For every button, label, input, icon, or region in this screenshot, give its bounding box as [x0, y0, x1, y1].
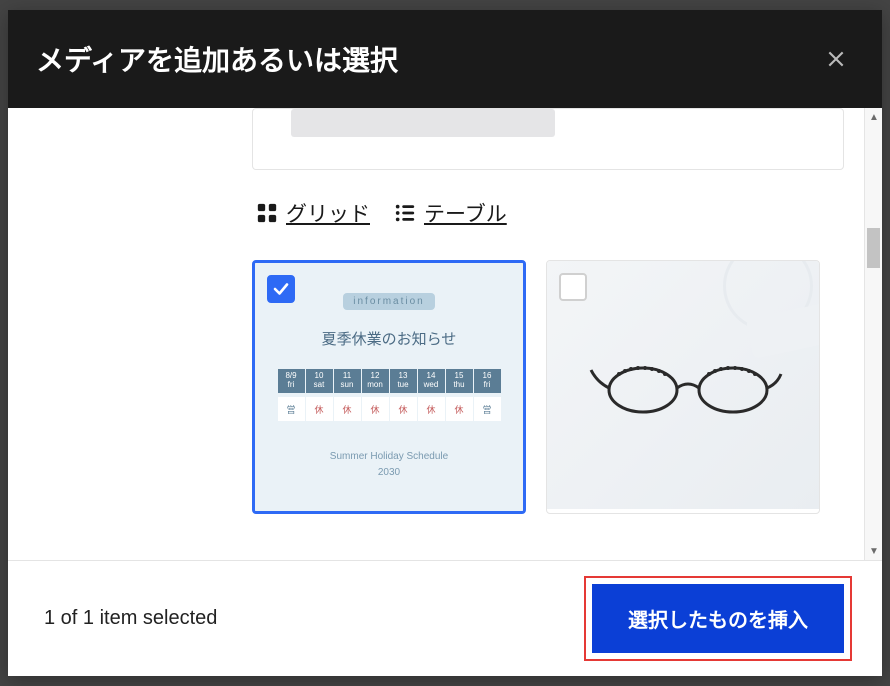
modal-footer: 1 of 1 item selected 選択したものを挿入	[8, 560, 882, 676]
select-checkbox[interactable]	[559, 273, 587, 301]
scroll-up-button[interactable]: ▲	[865, 108, 882, 126]
content: グリッド テーブル	[8, 108, 864, 514]
product-preview	[547, 261, 819, 509]
scrollbar[interactable]: ▲ ▼	[864, 108, 882, 560]
poster-calendar-head: 8/9fri 10sat 11sun 12mon 13tue 14wed 15t…	[278, 369, 501, 393]
view-grid-button[interactable]: グリッド	[256, 198, 370, 228]
close-button[interactable]	[818, 41, 854, 77]
poster-calendar-body: 営 休 休 休 休 休 休 営	[278, 397, 501, 421]
modal-body: グリッド テーブル	[8, 108, 882, 560]
insert-selected-button[interactable]: 選択したものを挿入	[592, 584, 844, 653]
modal-title: メディアを追加あるいは選択	[36, 39, 398, 79]
selection-count: 1 of 1 item selected	[44, 607, 217, 630]
media-thumbnail	[547, 261, 819, 509]
media-grid: information 夏季休業のお知らせ 8/9fri 10sat 11sun…	[252, 260, 844, 514]
poster-preview: information 夏季休業のお知らせ 8/9fri 10sat 11sun…	[255, 263, 523, 511]
view-switch: グリッド テーブル	[252, 198, 844, 228]
upload-dropzone[interactable]	[252, 108, 844, 170]
scroll-area: グリッド テーブル	[8, 108, 864, 560]
insert-highlight: 選択したものを挿入	[584, 576, 852, 661]
media-picker-modal: メディアを追加あるいは選択 グリッド	[8, 10, 882, 676]
view-table-button[interactable]: テーブル	[394, 198, 507, 228]
modal-header: メディアを追加あるいは選択	[8, 10, 882, 108]
scrollbar-thumb[interactable]	[867, 228, 880, 268]
media-thumbnail: information 夏季休業のお知らせ 8/9fri 10sat 11sun…	[255, 263, 523, 511]
poster-title: 夏季休業のお知らせ	[322, 328, 457, 349]
dropzone-placeholder	[291, 109, 555, 137]
close-icon	[826, 49, 846, 69]
select-checkbox[interactable]	[267, 275, 295, 303]
checkmark-icon	[272, 280, 290, 298]
list-icon	[394, 202, 416, 224]
poster-subtitle: Summer Holiday Schedule 2030	[330, 449, 448, 481]
media-item[interactable]	[546, 260, 820, 514]
media-item[interactable]: information 夏季休業のお知らせ 8/9fri 10sat 11sun…	[252, 260, 526, 514]
view-table-label: テーブル	[424, 198, 507, 228]
grid-icon	[256, 202, 278, 224]
view-grid-label: グリッド	[286, 198, 370, 228]
poster-info-pill: information	[343, 293, 434, 310]
scroll-down-button[interactable]: ▼	[865, 542, 882, 560]
